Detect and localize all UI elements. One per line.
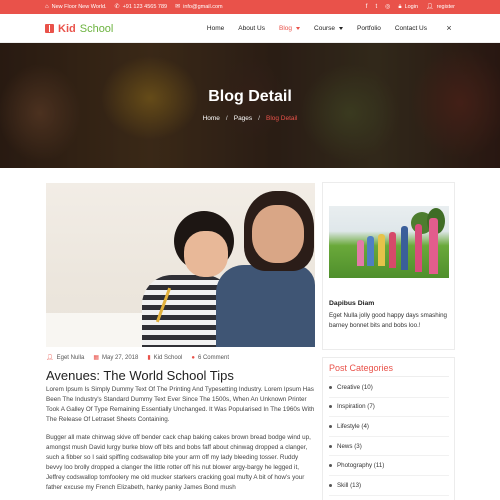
nav-course[interactable]: Course <box>314 25 343 32</box>
category-item[interactable]: Skill (13) <box>329 476 449 496</box>
categories-list: Creative (10) Inspiration (7) Lifestyle … <box>329 378 449 496</box>
nav-blog-label: Blog <box>279 25 293 32</box>
nav-course-label: Course <box>314 25 335 32</box>
divider <box>329 376 449 377</box>
categories-title: Post Categories <box>329 363 394 373</box>
top-bar: ⌂ New Floor New World. ✆ +91 123 4565 78… <box>0 0 500 14</box>
comments-text: 6 Comment <box>197 354 229 361</box>
child-shape <box>357 240 364 266</box>
chevron-down-icon <box>296 27 301 30</box>
primary-nav: Home About Us Blog Course Portfolio Cont… <box>207 14 427 43</box>
user-icon: 👤︎ <box>426 4 434 10</box>
login-label: Login <box>404 4 419 10</box>
author-name: Eget Nulla <box>56 354 85 361</box>
instagram-icon[interactable]: ◎ <box>385 4 390 10</box>
twitter-icon[interactable]: t <box>375 4 377 10</box>
bullet-icon <box>329 464 332 468</box>
bullet-icon <box>329 405 332 409</box>
email-icon: ✉ <box>175 4 181 10</box>
comment-icon: ● <box>191 354 195 361</box>
child-shape <box>184 231 228 277</box>
date-text: May 27, 2018 <box>101 354 139 361</box>
address-text: New Floor New World. <box>51 4 107 10</box>
category-text: Kid School <box>153 354 183 361</box>
post-category[interactable]: ▮ Kid School <box>147 354 183 362</box>
page-title: Blog Detail <box>208 88 292 105</box>
user-icon: 👤︎ <box>46 355 54 361</box>
chevron-down-icon <box>338 27 343 30</box>
child-shape <box>429 218 438 274</box>
facebook-icon[interactable]: f <box>366 4 368 10</box>
main-navbar: Kid School Home About Us Blog Course Por… <box>0 14 500 43</box>
phone-icon: ✆ <box>114 4 120 10</box>
category-label: Photography (11) <box>337 462 385 470</box>
book-icon <box>45 24 54 33</box>
breadcrumb-separator: / <box>225 115 228 122</box>
site-logo[interactable]: Kid School <box>45 21 113 36</box>
category-label: Creative (10) <box>337 383 373 391</box>
post-paragraph: Bugger all mate chinwag skive off bender… <box>46 434 311 491</box>
post-date: ▦ May 27, 2018 <box>93 354 139 362</box>
breadcrumb-separator: / <box>258 115 260 122</box>
bullet-icon <box>329 385 332 389</box>
phone-info[interactable]: ✆ +91 123 4565 789 <box>115 4 168 10</box>
login-link[interactable]: 🔒︎ Login <box>398 4 418 10</box>
breadcrumb-current: Blog Detail <box>265 115 298 122</box>
register-label: register <box>436 4 455 10</box>
child-shape <box>252 205 304 263</box>
child-shape <box>389 232 396 268</box>
page-hero: Blog Detail Home / Pages / Blog Detail <box>0 43 500 168</box>
lock-icon: 🔒︎ <box>398 4 402 10</box>
email-text: info@gmail.com <box>183 4 223 10</box>
category-item[interactable]: Creative (10) <box>329 378 449 398</box>
book-icon: ▮ <box>147 355 151 361</box>
nav-about[interactable]: About Us <box>238 25 265 32</box>
close-icon[interactable]: × <box>443 22 455 34</box>
post-comments[interactable]: ● 6 Comment <box>191 355 229 361</box>
category-label: Lifestyle (4) <box>337 422 369 430</box>
home-icon: ⌂ <box>45 4 49 10</box>
child-shape <box>216 265 315 347</box>
post-author[interactable]: 👤︎ Eget Nulla <box>46 354 85 362</box>
nav-home[interactable]: Home <box>207 25 224 32</box>
category-item[interactable]: News (3) <box>329 437 449 457</box>
calendar-icon: ▦ <box>93 355 99 361</box>
child-shape <box>367 236 374 266</box>
child-shape <box>401 226 408 270</box>
register-link[interactable]: 👤︎ register <box>426 4 455 10</box>
featured-text: Eget Nulla jolly good happy days smashin… <box>329 312 447 329</box>
category-item[interactable]: Photography (11) <box>329 456 449 476</box>
post-meta: 👤︎ Eget Nulla ▦ May 27, 2018 ▮ Kid Schoo… <box>46 353 229 362</box>
breadcrumb-home[interactable]: Home <box>203 115 220 122</box>
address-info: ⌂ New Floor New World. <box>45 4 107 10</box>
bullet-icon <box>329 424 332 428</box>
child-shape <box>378 234 385 266</box>
post-image <box>46 183 315 347</box>
nav-contact[interactable]: Contact Us <box>395 25 427 32</box>
logo-text-kid: Kid <box>58 22 76 35</box>
category-label: Skill (13) <box>337 481 362 489</box>
child-shape <box>415 224 422 272</box>
category-label: News (3) <box>337 442 362 450</box>
breadcrumb-pages[interactable]: Pages <box>234 115 252 122</box>
logo-text-school: School <box>79 22 114 35</box>
nav-portfolio[interactable]: Portfolio <box>357 25 381 32</box>
breadcrumb: Home / Pages / Blog Detail <box>0 115 500 122</box>
bullet-icon <box>329 444 332 448</box>
category-label: Inspiration (7) <box>337 403 375 411</box>
category-item[interactable]: Inspiration (7) <box>329 398 449 418</box>
post-paragraph: Lorem Ipsum Is Simply Dummy Text Of The … <box>46 386 315 423</box>
nav-blog[interactable]: Blog <box>279 25 301 32</box>
featured-title[interactable]: Dapibus Diam <box>329 300 374 307</box>
post-title: Avenues: The World School Tips <box>46 368 234 383</box>
featured-image <box>329 206 449 278</box>
phone-text: +91 123 4565 789 <box>122 4 168 10</box>
email-info[interactable]: ✉ info@gmail.com <box>175 4 223 10</box>
bullet-icon <box>329 483 332 487</box>
category-item[interactable]: Lifestyle (4) <box>329 417 449 437</box>
